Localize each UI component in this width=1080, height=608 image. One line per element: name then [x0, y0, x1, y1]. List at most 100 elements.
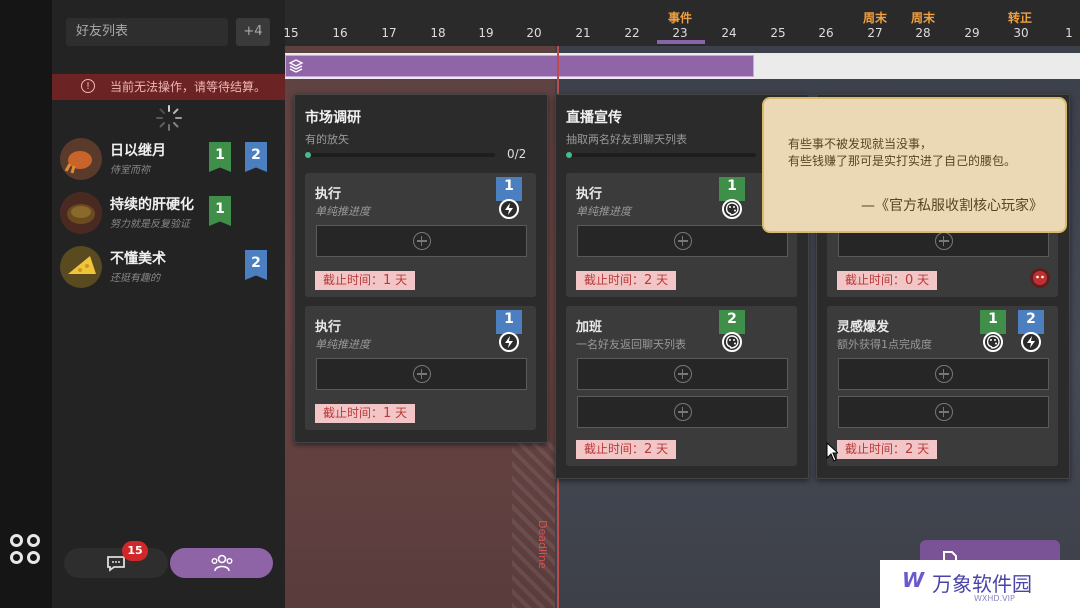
green-badge: 1: [209, 142, 231, 172]
friend-more-button[interactable]: +4: [236, 18, 270, 46]
deadline-unit: 天: [395, 406, 408, 420]
deadline-label-text: 截止时间：: [845, 273, 906, 287]
task-deadline: 截止时间：2 天: [837, 440, 938, 459]
task-requirement-badge: 1: [980, 310, 1006, 354]
task-slot[interactable]: [838, 358, 1049, 390]
badge-count: 2: [1018, 310, 1044, 334]
timeline-day: 21: [575, 26, 591, 40]
mouse-cursor-icon: [826, 442, 838, 462]
project-title: 直播宣传: [566, 110, 622, 126]
timeline-day: 29: [964, 26, 980, 40]
deadline-unit: 天: [395, 273, 408, 287]
watermark: W 万象软件园 WXHD.VIP: [880, 560, 1080, 608]
timeline-day: 30: [1013, 26, 1029, 40]
task-requirement-badge: 1: [496, 177, 522, 221]
quote-tooltip: 有些事不被发现就当没事， 有些钱赚了那可是实打实进了自己的腰包。 —《官方私服收…: [762, 97, 1067, 233]
layers-icon: [288, 59, 304, 73]
deadline-days: 2: [905, 442, 914, 457]
add-icon: [412, 232, 431, 250]
friend-name: 持续的肝硬化: [110, 197, 194, 213]
task-deadline: 截止时间：0 天: [837, 271, 938, 290]
deadline-days: 1: [383, 273, 392, 288]
friend-item[interactable]: 不懂美术 还挺有趣的 2: [52, 242, 285, 294]
blue-badge: 2: [245, 250, 267, 280]
people-icon: [211, 554, 233, 572]
palette-icon: [722, 199, 742, 219]
task-name: 加班: [576, 320, 603, 335]
task-card: 灵感爆发 额外获得1点完成度 1 2 截止时间：2 天: [827, 306, 1058, 466]
project-progress-text: 0/2: [507, 147, 527, 161]
menu-grid-icon[interactable]: [9, 533, 43, 567]
friend-subtitle: 侍室而祢: [110, 165, 150, 176]
quote-line: 有些钱赚了那可是实打实进了自己的腰包。: [788, 154, 1017, 168]
task-card: 执行 单纯推进度 1 截止时间：1 天: [305, 306, 536, 430]
timeline-day: 19: [478, 26, 494, 40]
friend-subtitle: 努力就是反复验证: [110, 219, 190, 230]
friend-avatar: [60, 246, 102, 288]
watermark-logo: W: [902, 568, 925, 592]
task-slot[interactable]: [316, 225, 527, 257]
friend-avatar: [60, 138, 102, 180]
friend-item[interactable]: 日以继月 侍室而祢 1 2: [52, 134, 285, 186]
task-slot[interactable]: [577, 225, 788, 257]
task-slot[interactable]: [577, 396, 788, 428]
add-icon: [673, 403, 692, 421]
project-title: 市场调研: [305, 110, 361, 126]
project-progress: [566, 152, 756, 158]
deadline-label-text: 截止时间：: [323, 406, 384, 420]
friend-item[interactable]: 持续的肝硬化 努力就是反复验证 1: [52, 188, 285, 240]
friend-subtitle: 还挺有趣的: [110, 273, 160, 284]
warning-bar: ! 当前无法操作，请等待结算。: [52, 74, 285, 100]
deadline-days: 2: [644, 442, 653, 457]
lightning-icon: [1021, 332, 1041, 352]
promotion-marker: 转正: [1007, 11, 1032, 25]
task-description: 单纯推进度: [576, 205, 631, 218]
task-deadline: 截止时间：2 天: [576, 440, 677, 459]
friend-name: 日以继月: [110, 143, 166, 159]
task-description: 单纯推进度: [315, 205, 370, 218]
task-slot[interactable]: [316, 358, 527, 390]
weekend-marker: 周末: [862, 11, 887, 25]
timeline-day: 25: [770, 26, 786, 40]
deadline-days: 0: [905, 273, 914, 288]
loading-spinner-icon: [156, 105, 182, 131]
friend-avatar: [60, 192, 102, 234]
task-slot[interactable]: [577, 358, 788, 390]
project-panel-market-research: 市场调研 有的放矢 0/2 执行 单纯推进度 1 截止时间：1 天 执行 单纯推…: [294, 94, 548, 443]
deadline-unit: 天: [656, 273, 669, 287]
task-requirement-badge: 1: [496, 310, 522, 354]
add-icon: [934, 403, 953, 421]
deadline-label: Deadline: [536, 520, 549, 569]
deadline-unit: 天: [917, 442, 930, 456]
left-strip: [0, 0, 52, 608]
friends-tab[interactable]: [170, 548, 273, 578]
deadline-label-text: 截止时间：: [584, 442, 645, 456]
timeline-day: 16: [332, 26, 348, 40]
task-requirement-badge: 1: [719, 177, 745, 221]
task-deadline: 截止时间：2 天: [576, 271, 677, 290]
friend-name: 不懂美术: [110, 251, 166, 267]
chat-tab[interactable]: [64, 548, 168, 578]
deadline-label-text: 截止时间：: [584, 273, 645, 287]
deadline-label-text: 截止时间：: [323, 273, 384, 287]
badge-count: 1: [719, 177, 745, 201]
task-description: 一名好友返回聊天列表: [576, 338, 686, 351]
task-name: 执行: [315, 187, 342, 202]
event-marker: 事件: [667, 11, 692, 25]
palette-icon: [722, 332, 742, 352]
add-icon: [673, 365, 692, 383]
deadline-unit: 天: [656, 442, 669, 456]
alert-icon: !: [81, 79, 95, 93]
warning-face-icon: [1030, 268, 1050, 288]
badge-count: 1: [980, 310, 1006, 334]
task-name: 执行: [315, 320, 342, 335]
timeline-day: 20: [526, 26, 542, 40]
friend-list-search[interactable]: 好友列表: [66, 18, 228, 46]
project-progress-bar[interactable]: [285, 55, 754, 77]
add-icon: [673, 232, 692, 250]
timeline-day: 23: [672, 26, 688, 40]
task-slot[interactable]: [838, 396, 1049, 428]
blue-badge: 2: [245, 142, 267, 172]
add-icon: [934, 365, 953, 383]
task-requirement-badge: 2: [719, 310, 745, 354]
